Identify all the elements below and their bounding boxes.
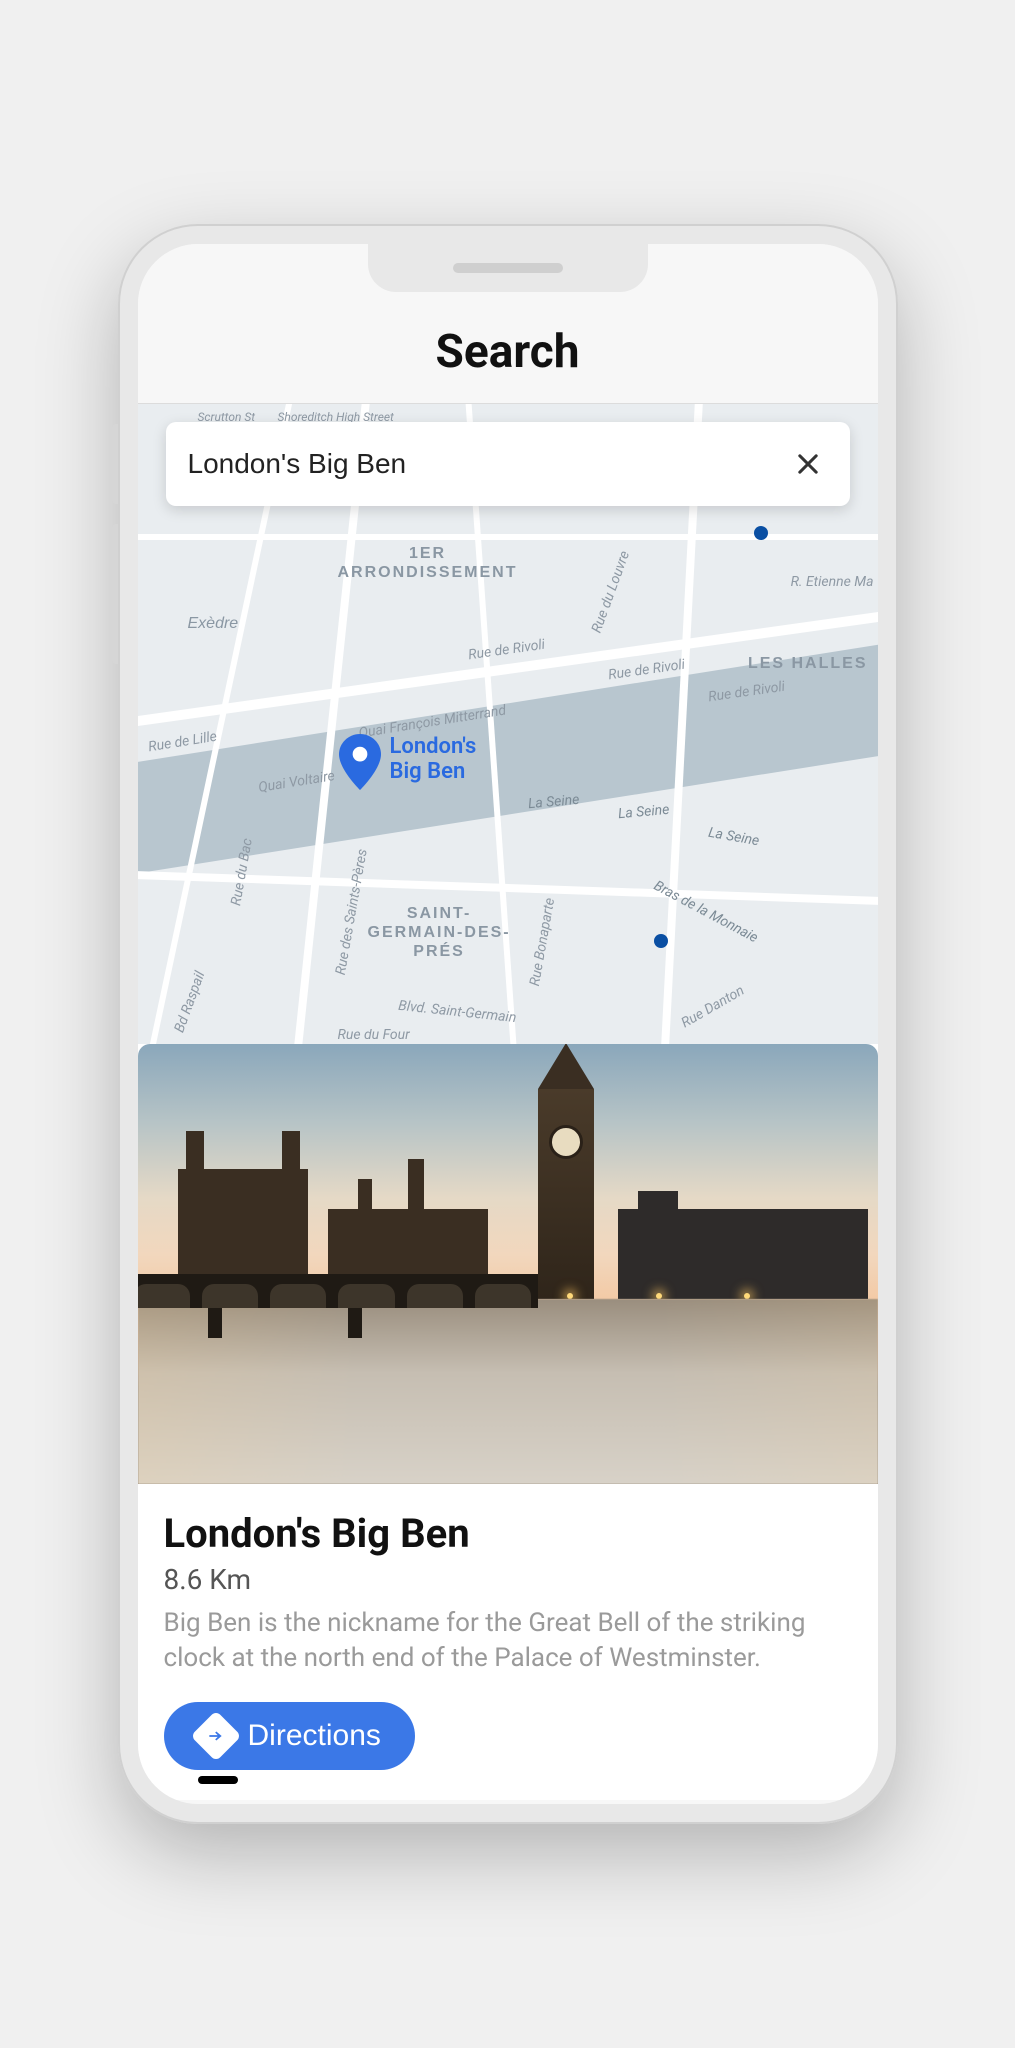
- map-district-label: LES HALLES: [748, 654, 868, 673]
- text: GERMAIN-DES-: [368, 924, 511, 941]
- place-card: London's Big Ben 8.6 Km Big Ben is the n…: [138, 1044, 878, 1800]
- location-pin-icon: [338, 734, 382, 790]
- text: Big Ben: [390, 759, 466, 784]
- place-photo: [138, 1044, 878, 1484]
- text: SAINT-: [407, 905, 471, 922]
- map-river-label: La Seine: [527, 792, 580, 812]
- map-district-label: 1ER ARRONDISSEMENT: [338, 544, 518, 582]
- map-street-label: Rue Danton: [678, 983, 746, 1032]
- map-street-label: Rue Bonaparte: [526, 897, 557, 988]
- directions-button[interactable]: Directions: [164, 1702, 415, 1770]
- place-card-body: London's Big Ben 8.6 Km Big Ben is the n…: [138, 1484, 878, 1800]
- directions-icon: [190, 1711, 241, 1762]
- search-input[interactable]: [188, 448, 788, 480]
- map-river-label: La Seine: [707, 825, 760, 850]
- map-view[interactable]: 1ER ARRONDISSEMENT LES HALLES Exèdre SAI…: [138, 404, 878, 1044]
- screen: Search 1ER ARRONDISSEMENT LES HALLES Exè…: [138, 244, 878, 1804]
- map-pin-label: London's Big Ben: [390, 734, 477, 785]
- map-street-label: Rue des Saints-Pères: [332, 848, 370, 976]
- map-street-label: R. Etienne Ma: [791, 574, 874, 590]
- directions-button-label: Directions: [248, 1719, 381, 1753]
- clear-search-button[interactable]: [788, 444, 828, 484]
- search-bar[interactable]: [166, 422, 850, 506]
- close-icon: [794, 450, 822, 478]
- map-street-label: Rue du Four: [338, 1027, 410, 1043]
- text: ARRONDISSEMENT: [338, 564, 518, 581]
- map-district-label: SAINT- GERMAIN-DES- PRÉS: [368, 904, 511, 962]
- place-distance: 8.6 Km: [164, 1563, 852, 1596]
- place-title: London's Big Ben: [164, 1510, 852, 1557]
- place-description: Big Ben is the nickname for the Great Be…: [164, 1606, 852, 1676]
- phone-frame: Search 1ER ARRONDISSEMENT LES HALLES Exè…: [118, 224, 898, 1824]
- home-indicator: [198, 1776, 238, 1784]
- device-notch: [368, 244, 648, 292]
- map-river-label: La Seine: [617, 802, 670, 822]
- text: 1ER: [409, 545, 446, 562]
- map-street-label: Rue du Louvre: [588, 549, 632, 635]
- map-dot: [654, 934, 668, 948]
- map-place-label: Exèdre: [188, 614, 239, 633]
- page-title: Search: [436, 325, 580, 379]
- map-pin[interactable]: London's Big Ben: [338, 734, 477, 790]
- text: London's: [390, 734, 477, 759]
- map-street-label: Bd Raspail: [171, 969, 208, 1035]
- map-street-label: Blvd. Saint-Germain: [397, 998, 517, 1026]
- map-dot: [754, 526, 768, 540]
- text: PRÉS: [413, 943, 465, 960]
